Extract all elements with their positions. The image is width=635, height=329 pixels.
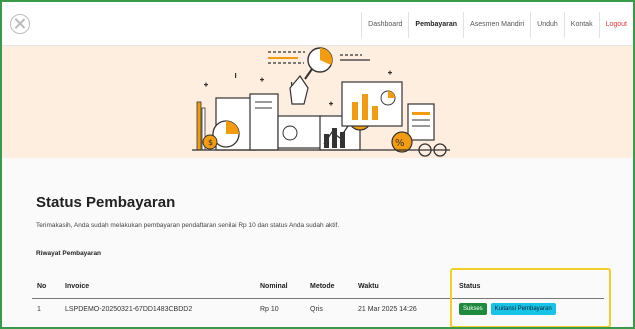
col-invoice: Invoice [65,283,90,291]
nav-item-unduh[interactable]: Unduh [530,12,564,38]
nav-item-pembayaran[interactable]: Pembayaran [408,12,463,38]
col-waktu: Waktu [358,283,379,291]
nav-item-logout[interactable]: Logout [598,12,633,38]
nav-item-dashboard[interactable]: Dashboard [361,12,408,38]
page-frame: Dashboard Pembayaran Asesmen Mandiri Und… [0,0,635,329]
svg-text:$: $ [208,138,213,147]
hero-banner: $ $ % [2,46,633,158]
nav-menu: Dashboard Pembayaran Asesmen Mandiri Und… [361,12,633,38]
cell-nominal: Rp 10 [260,305,279,313]
payment-description: Terimakasih, Anda sudah melakukan pembay… [36,222,340,229]
finance-illustration: $ $ % [192,47,450,157]
close-circle-icon[interactable] [10,14,30,34]
cell-waktu: 21 Mar 2025 14:26 [358,305,417,313]
col-nominal: Nominal [260,283,288,291]
cell-invoice: LSPDEMO-20250321-67DD1483CBDD2 [65,305,193,313]
nav-item-asesmen-mandiri[interactable]: Asesmen Mandiri [463,12,530,38]
cell-no: 1 [37,305,41,313]
col-metode: Metode [310,283,335,291]
status-highlight-box [450,268,611,327]
cell-metode: Qris [310,305,323,313]
svg-text:%: % [395,138,405,149]
nav-item-kontak[interactable]: Kontak [563,12,599,38]
page-title: Status Pembayaran [36,194,176,211]
col-no: No [37,283,47,291]
navbar: Dashboard Pembayaran Asesmen Mandiri Und… [2,2,633,46]
history-heading: Riwayat Pembayaran [36,250,102,257]
